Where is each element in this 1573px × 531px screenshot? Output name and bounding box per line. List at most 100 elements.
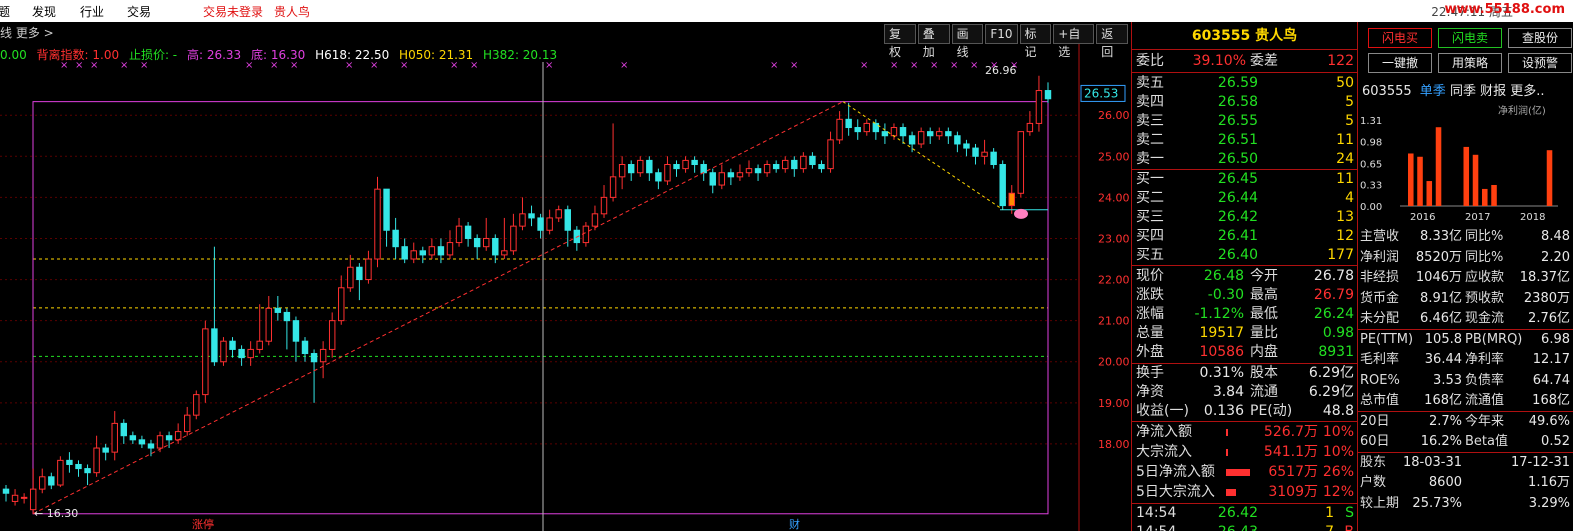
flash-buy-button[interactable]: 闪电买 <box>1368 28 1432 48</box>
cancel-all-button[interactable]: 一键撤 <box>1368 53 1432 73</box>
candle-body <box>102 447 109 453</box>
tick-price: 26.43 <box>1218 523 1258 531</box>
side-code: 603555 <box>1362 84 1412 99</box>
menu-item-industry[interactable]: 行业 <box>80 3 104 20</box>
fund-label: 换手 <box>1136 365 1164 381</box>
candle-body <box>93 447 100 474</box>
y-tick-label: 23.00 <box>1098 232 1130 245</box>
menu-item-discover[interactable]: 发现 <box>32 3 56 20</box>
profit-bar <box>1435 127 1442 206</box>
stat-label-2: 内盘 <box>1250 344 1278 360</box>
quote-name: 贵人鸟 <box>1255 28 1298 44</box>
ask-label: 卖二 <box>1136 132 1164 148</box>
kline-chart-area[interactable]: 26.00 25.00 24.00 23.00 22.00 21.00 20.00 19.00… <box>0 22 1130 531</box>
y-tick-label: 24.00 <box>1098 191 1130 204</box>
fundamental-row: 主营收 8.33亿 同比% 8.48 <box>1358 227 1573 247</box>
candlestick-chart[interactable]: 26.00 25.00 24.00 23.00 22.00 21.00 20.00 19.00… <box>0 22 1130 531</box>
fund-label: PE(TTM) <box>1360 331 1414 347</box>
profit-y-tick: 1.31 <box>1360 116 1382 127</box>
fund-value-2: 2380万 <box>1523 290 1570 306</box>
candle-body <box>963 143 970 149</box>
fund-label: 非经损 <box>1360 270 1400 285</box>
fundamental-row: 股东 18-03-31 17-12-31 <box>1358 453 1573 473</box>
finance-marker: 财 <box>789 517 800 531</box>
candle-body <box>745 168 753 174</box>
mark-button[interactable]: 标记 <box>1019 24 1052 59</box>
fund-label: 股东 <box>1360 454 1387 470</box>
tab-same-quarter[interactable]: 同季 <box>1450 84 1476 99</box>
fund-value-2: 64.74 <box>1532 372 1570 388</box>
ask-price: 26.59 <box>1217 75 1258 91</box>
fund-label-2: 同比% <box>1465 249 1504 265</box>
candle-body <box>718 172 726 186</box>
fundamental-row: 较上期 25.73% 3.29% <box>1358 494 1573 514</box>
candle-body <box>609 176 617 198</box>
candle-body <box>700 164 707 174</box>
flow-label: 5日大宗流入 <box>1136 484 1215 500</box>
check-holdings-button[interactable]: 查股份 <box>1508 28 1572 48</box>
candle-body <box>202 328 209 396</box>
stat-value-2: 0.98 <box>1322 325 1354 341</box>
candle-body <box>528 213 535 219</box>
flow-bar <box>1226 449 1228 456</box>
stock-name-tab[interactable]: 贵人鸟 <box>274 3 310 20</box>
signal-marker: × <box>910 60 918 71</box>
stat-row: 现价 26.48 今开 26.78 <box>1132 267 1358 286</box>
candle-body <box>1026 122 1034 133</box>
flash-sell-button[interactable]: 闪电卖 <box>1438 28 1502 48</box>
fund-label: 较上期 <box>1360 495 1400 511</box>
stat-row: 涨跌 -0.30 最高 26.79 <box>1132 286 1358 305</box>
stat-label: 涨幅 <box>1136 306 1164 322</box>
fund-value-2: 0.52 <box>1541 434 1570 449</box>
profit-bar <box>1482 188 1488 206</box>
profit-x-tick: 2016 <box>1410 212 1435 223</box>
f10-button[interactable]: F10 <box>985 24 1018 44</box>
fund-row: 收益(一) 0.136 PE(动) 48.8 <box>1132 402 1358 421</box>
fund-value: 0.136 <box>1203 403 1244 419</box>
stat-value: -1.12% <box>1194 306 1244 322</box>
candle-body <box>247 348 254 359</box>
strategy-button[interactable]: 用策略 <box>1438 53 1502 73</box>
alert-button[interactable]: 设预警 <box>1508 53 1572 73</box>
fund-value: 168亿 <box>1424 393 1462 408</box>
candle-body <box>147 443 155 449</box>
tab-report[interactable]: 财报 <box>1480 84 1506 99</box>
bid-volume: 11 <box>1336 171 1354 187</box>
overlay-button[interactable]: 叠加 <box>917 24 950 59</box>
stat-value-2: 26.78 <box>1313 268 1354 284</box>
candle-body <box>863 122 871 133</box>
tick-time: 14:54 <box>1136 505 1177 521</box>
flow-row: 5日大宗流入 3109万 12% <box>1132 483 1358 502</box>
login-status[interactable]: 交易未登录 <box>203 3 263 20</box>
quote-panel: 603555 贵人鸟 委比 39.10% 委差 122 卖五 26.59 50 卖四 2… <box>1131 22 1358 531</box>
flow-row: 5日净流入额 6517万 26% <box>1132 463 1358 482</box>
fund-label: 60日 <box>1360 434 1390 449</box>
fuquan-button[interactable]: 复权 <box>884 24 916 59</box>
candle-body <box>446 242 454 256</box>
flow-row: 大宗流入 541.1万 10% <box>1132 443 1358 462</box>
candle-body <box>736 172 744 178</box>
menu-item-trade[interactable]: 交易 <box>127 3 151 20</box>
weicha-label: 委差 <box>1250 53 1278 69</box>
stat-value: 10586 <box>1199 344 1244 360</box>
candle-body <box>455 225 463 244</box>
candle-body <box>328 320 336 350</box>
candle-body <box>926 131 934 137</box>
add-watchlist-button[interactable]: +自选 <box>1053 24 1095 59</box>
fund-value-2: 2.20 <box>1541 249 1570 265</box>
draw-line-button[interactable]: 画线 <box>951 24 984 59</box>
flow-pct: 10% <box>1322 444 1354 460</box>
menu-item-0[interactable]: 题 <box>0 3 10 20</box>
chart-subbar[interactable]: 线 更多 > <box>0 24 54 42</box>
tab-more[interactable]: 更多.. <box>1510 84 1544 99</box>
candle-body <box>220 340 227 363</box>
bid-price: 26.40 <box>1217 247 1258 263</box>
tab-single-quarter[interactable]: 单季 <box>1420 84 1446 99</box>
candle-body <box>618 164 626 178</box>
bid-row: 买五 26.40 177 <box>1132 246 1358 265</box>
back-button[interactable]: 返回 <box>1096 24 1128 59</box>
fund-label: 收益(一) <box>1136 403 1189 419</box>
candle-body <box>111 422 118 453</box>
ask-volume: 24 <box>1336 151 1354 167</box>
signal-marker: × <box>790 60 798 71</box>
